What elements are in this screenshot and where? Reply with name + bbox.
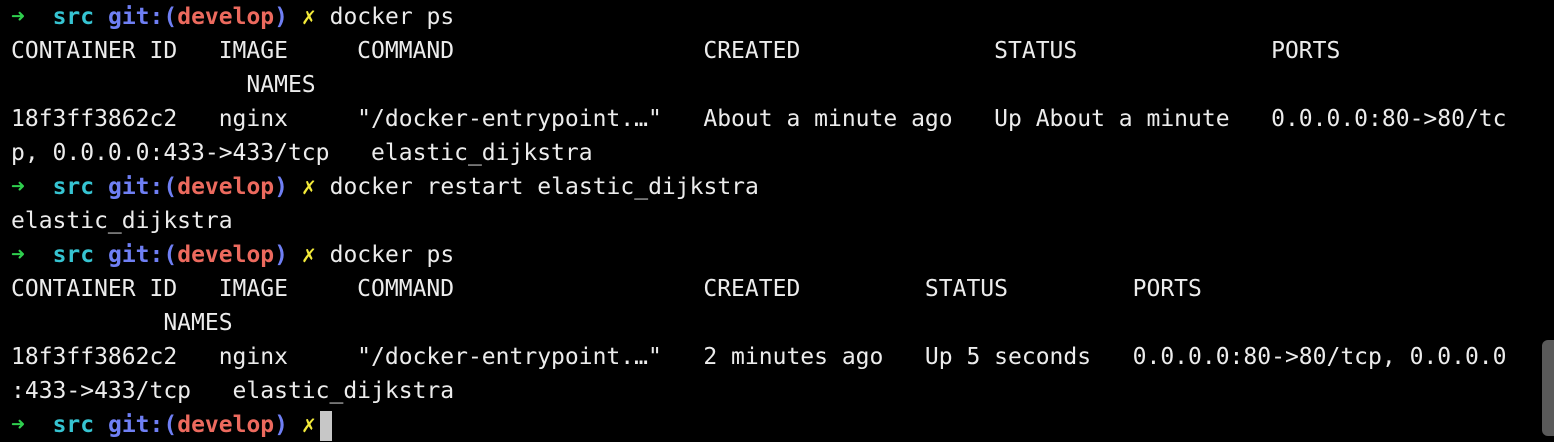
output-line: CONTAINER ID IMAGE COMMAND CREATED STATU… bbox=[11, 276, 1202, 302]
prompt-branch: develop bbox=[177, 412, 275, 438]
prompt-dirty-icon: ✗ bbox=[301, 4, 316, 30]
prompt-line: ➜ src git:(develop) ✗ docker ps bbox=[11, 238, 1554, 272]
prompt-arrow-icon: ➜ bbox=[11, 242, 25, 268]
prompt-dirty-icon: ✗ bbox=[301, 412, 316, 438]
prompt-git-suffix: ) bbox=[274, 174, 289, 200]
output-line: :433->433/tcp elastic_dijkstra bbox=[11, 378, 455, 404]
prompt-line: ➜ src git:(develop) ✗ docker ps bbox=[11, 0, 1554, 34]
output-line: p, 0.0.0.0:433->433/tcp elastic_dijkstra bbox=[11, 140, 593, 166]
prompt-dirty-icon: ✗ bbox=[301, 174, 316, 200]
prompt-git-suffix: ) bbox=[274, 4, 289, 30]
prompt-branch: develop bbox=[177, 4, 275, 30]
output-line: 18f3ff3862c2 nginx "/docker-entrypoint.…… bbox=[11, 344, 1507, 370]
text-cursor bbox=[319, 410, 332, 441]
output-line: 18f3ff3862c2 nginx "/docker-entrypoint.…… bbox=[11, 106, 1507, 132]
output-line: elastic_dijkstra bbox=[11, 208, 233, 234]
prompt-git-suffix: ) bbox=[274, 412, 289, 438]
output-line: NAMES bbox=[11, 72, 316, 98]
prompt-directory: src bbox=[52, 242, 95, 268]
prompt-git-prefix: git:( bbox=[107, 174, 178, 200]
prompt-branch: develop bbox=[177, 174, 275, 200]
prompt-line: ➜ src git:(develop) ✗ docker restart ela… bbox=[11, 170, 1554, 204]
prompt-git-prefix: git:( bbox=[107, 4, 178, 30]
prompt-arrow-icon: ➜ bbox=[11, 174, 25, 200]
vertical-scrollbar[interactable] bbox=[1542, 340, 1554, 436]
prompt-dirty-icon: ✗ bbox=[301, 242, 316, 268]
prompt-directory: src bbox=[52, 174, 95, 200]
prompt-directory: src bbox=[52, 4, 95, 30]
command-text: docker ps bbox=[329, 242, 455, 268]
command-text: docker ps bbox=[329, 4, 455, 30]
prompt-line-active[interactable]: ➜ src git:(develop) ✗ bbox=[11, 408, 1554, 442]
prompt-git-prefix: git:( bbox=[107, 412, 178, 438]
prompt-directory: src bbox=[52, 412, 95, 438]
output-line: CONTAINER ID IMAGE COMMAND CREATED STATU… bbox=[11, 38, 1341, 64]
terminal-output: ➜ src git:(develop) ✗ docker ps CONTAINE… bbox=[11, 0, 1554, 442]
output-line: NAMES bbox=[11, 310, 233, 336]
prompt-git-suffix: ) bbox=[274, 242, 289, 268]
prompt-arrow-icon: ➜ bbox=[11, 4, 25, 30]
prompt-git-prefix: git:( bbox=[107, 242, 178, 268]
command-text: docker restart elastic_dijkstra bbox=[329, 174, 759, 200]
prompt-branch: develop bbox=[177, 242, 275, 268]
terminal-window[interactable]: ➜ src git:(develop) ✗ docker ps CONTAINE… bbox=[0, 0, 1554, 441]
prompt-arrow-icon: ➜ bbox=[11, 412, 25, 438]
